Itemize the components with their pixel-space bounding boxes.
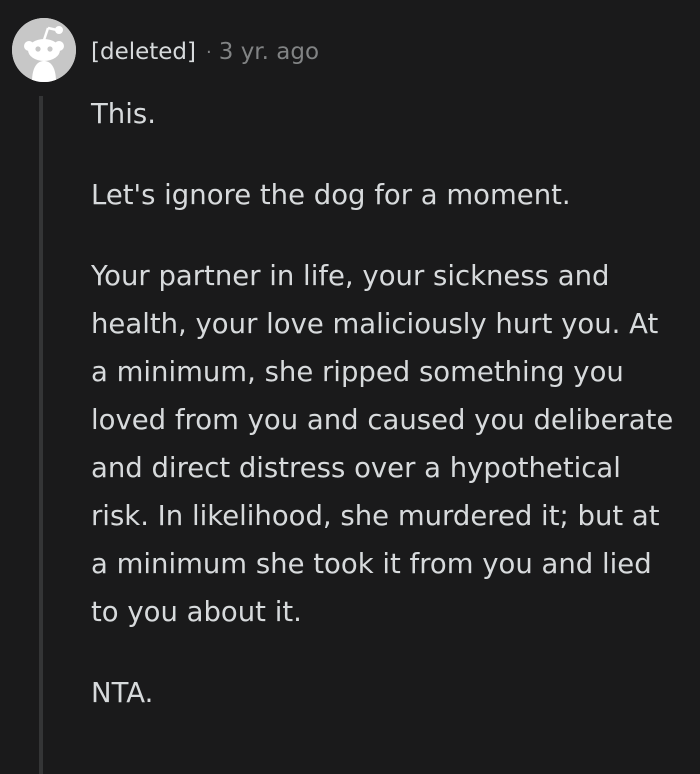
comment-paragraph: Let's ignore the dog for a moment. [91,179,571,211]
comment-body: This. Let's ignore the dog for a moment.… [91,90,681,750]
comment-paragraph: This. [91,98,156,130]
author-name[interactable]: [deleted] [91,39,196,65]
reddit-snoo-avatar-icon [12,18,76,82]
comment-timestamp[interactable]: 3 yr. ago [219,39,319,65]
comment-paragraph: Your partner in life, your sickness and … [91,260,674,628]
comment-paragraph: NTA. [91,677,154,709]
meta-separator: · [206,41,212,63]
avatar[interactable] [12,18,76,82]
comment: [deleted] · 3 yr. ago This. Let's ignore… [0,0,700,774]
comment-header: [deleted] · 3 yr. ago [91,34,319,70]
thread-collapse-line[interactable] [39,96,43,774]
